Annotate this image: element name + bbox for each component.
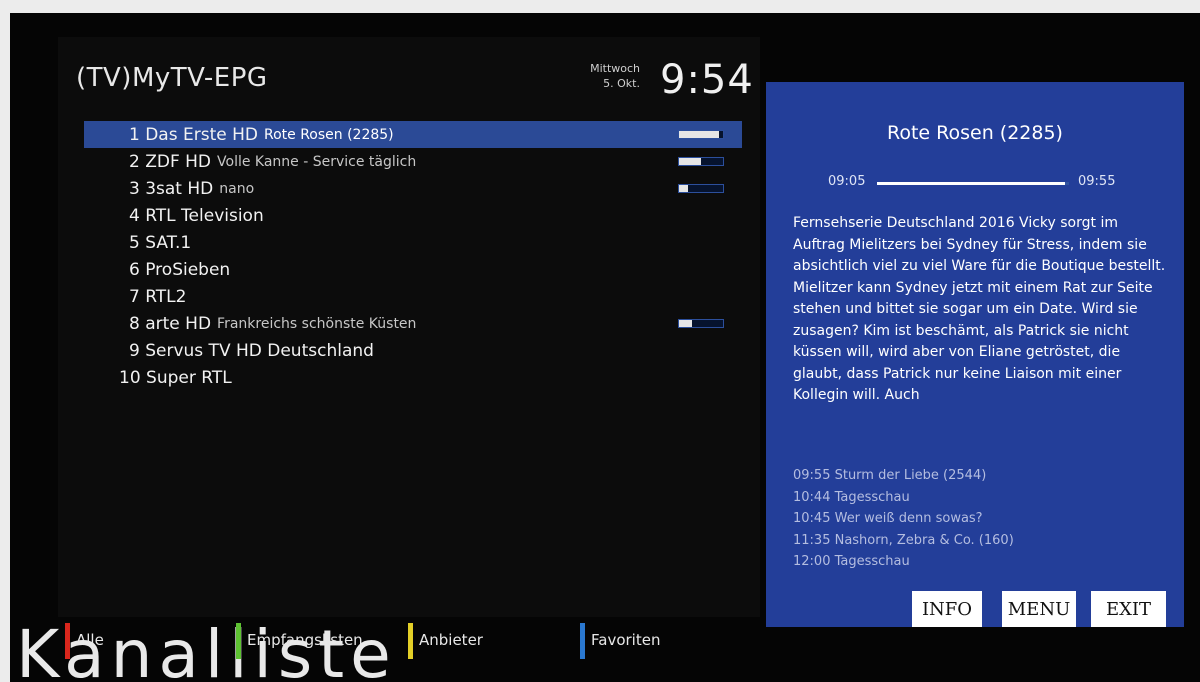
channel-progress-bar <box>678 157 724 166</box>
channel-row[interactable]: 10 Super RTL <box>84 364 742 391</box>
channel-name: 10 Super RTL <box>119 367 232 388</box>
upcoming-item: 12:00 Tagesschau <box>793 554 910 569</box>
colorkey-favoriten[interactable]: Favoriten <box>580 623 660 659</box>
program-title: Rote Rosen (2285) <box>887 122 1063 144</box>
date: 5. Okt. <box>603 77 640 90</box>
program-description: Fernsehserie Deutschland 2016 Vicky sorg… <box>793 215 1166 403</box>
channel-name: 2 ZDF HD <box>129 151 212 172</box>
green-key-icon <box>236 623 241 659</box>
channel-row[interactable]: 3 3sat HD nano <box>84 175 742 202</box>
yellow-key-icon <box>408 623 413 659</box>
channel-progress-fill <box>679 185 688 192</box>
current-program: nano <box>219 180 255 197</box>
channel-name: 8 arte HD <box>129 313 212 334</box>
current-program: Volle Kanne - Service täglich <box>217 153 417 170</box>
start-time: 09:05 <box>828 174 866 189</box>
date-display: Mittwoch 5. Okt. <box>550 61 640 91</box>
upcoming-item: 09:55 Sturm der Liebe (2544) <box>793 468 987 483</box>
channel-row[interactable]: 2 ZDF HD Volle Kanne - Service täglich <box>84 148 742 175</box>
upcoming-programs: 09:55 Sturm der Liebe (2544) 10:44 Tages… <box>793 465 1171 573</box>
channel-progress-bar <box>678 319 724 328</box>
channel-row[interactable]: 8 arte HD Frankreichs schönste Küsten <box>84 310 742 337</box>
current-program: Frankreichs schönste Küsten <box>217 315 417 332</box>
channel-progress-fill <box>679 158 701 165</box>
program-progress-bar <box>877 182 1069 185</box>
channel-name: 1 Das Erste HD <box>129 124 258 145</box>
red-key-icon <box>65 623 70 659</box>
channel-row[interactable]: 4 RTL Television <box>84 202 742 229</box>
clock: 9:54 <box>660 57 754 103</box>
upcoming-item: 11:35 Nashorn, Zebra & Co. (160) <box>793 532 1014 548</box>
upcoming-item: 10:44 Tagesschau <box>793 489 910 505</box>
colorkey-anbieter[interactable]: Anbieter <box>408 623 483 659</box>
channel-progress-bar <box>678 184 724 193</box>
channel-progress-fill <box>679 320 693 327</box>
colorkey-label: Anbieter <box>419 631 483 649</box>
channel-name: 4 RTL Television <box>129 205 264 226</box>
channel-name: 3 3sat HD <box>129 178 214 199</box>
current-program: Rote Rosen (2285) <box>263 126 394 143</box>
channel-row[interactable]: 6 ProSieben <box>84 256 742 283</box>
exit-button[interactable]: EXIT <box>1091 591 1166 627</box>
channel-list: 1 Das Erste HD Rote Rosen (2285) 2 ZDF HD V… <box>84 121 742 391</box>
channel-row[interactable]: 9 Servus TV HD Deutschland <box>84 337 742 364</box>
channel-row[interactable]: 5 SAT.1 <box>84 229 742 256</box>
epg-title: (TV)MyTV-EPG <box>76 63 268 93</box>
channel-progress-bar <box>678 130 724 139</box>
channel-name: 5 SAT.1 <box>129 232 192 253</box>
channel-name: 7 RTL2 <box>129 286 187 307</box>
program-info-panel: Rote Rosen (2285) 09:05 09:55 Fernsehser… <box>766 82 1184 627</box>
channel-progress-fill <box>679 131 720 138</box>
info-button[interactable]: INFO <box>912 591 982 627</box>
tv-screen: Kanalliste (TV)MyTV-EPG Mittwoch 5. Okt.… <box>10 13 1200 682</box>
upcoming-item: 10:45 Wer weiß denn sowas? <box>793 511 983 526</box>
channel-row[interactable]: 7 RTL2 <box>84 283 742 310</box>
colorkey-label: Empfangslisten <box>247 631 363 649</box>
channel-name: 9 Servus TV HD Deutschland <box>129 340 374 361</box>
colorkey-empfangslisten[interactable]: Empfangslisten <box>236 623 363 659</box>
blue-key-icon <box>580 623 585 659</box>
end-time: 09:55 <box>1078 174 1116 189</box>
menu-button[interactable]: MENU <box>1002 591 1076 627</box>
weekday: Mittwoch <box>590 62 640 75</box>
colorkey-alle[interactable]: Alle <box>65 623 104 659</box>
colorkey-label: Favoriten <box>591 631 661 649</box>
colorkey-label: Alle <box>76 631 104 649</box>
program-progress-fill <box>877 182 1066 185</box>
channel-row[interactable]: 1 Das Erste HD Rote Rosen (2285) <box>84 121 742 148</box>
channel-name: 6 ProSieben <box>129 259 231 280</box>
